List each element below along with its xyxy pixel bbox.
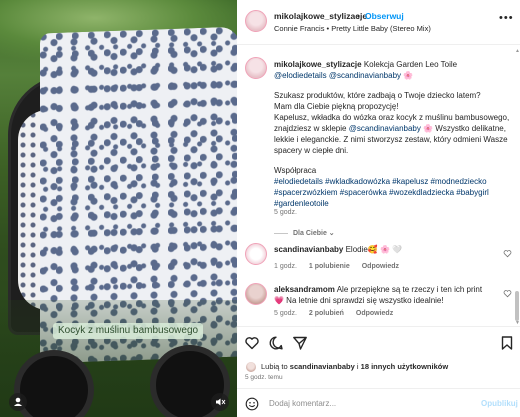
likes-others[interactable]: 18 innych użytkowników (361, 362, 449, 371)
comment-meta: 1 godz. 1 polubienie Odpowiedz (274, 263, 409, 270)
post-caption: mikolajkowe_stylizacje Kolekcja Garden L… (274, 59, 510, 209)
scroll-up-arrow[interactable]: ▲ (515, 48, 520, 54)
likes-prefix: Lubią to (261, 361, 290, 371)
caption-username[interactable]: mikolajkowe_stylizacje (274, 60, 362, 69)
publish-button[interactable]: Opublikuj (481, 399, 518, 408)
post-media[interactable]: Kocyk z muślinu bambusowego (0, 0, 237, 417)
comment-input[interactable] (269, 396, 469, 411)
muted-speaker-icon[interactable] (211, 393, 229, 411)
avatar[interactable] (245, 10, 267, 32)
caption-timestamp: 5 godz. (274, 209, 297, 216)
heart-icon[interactable] (503, 249, 512, 260)
comment-text: Elodie🥰 🌸 🤍 (343, 245, 403, 254)
media-caption-chip: Kocyk z muślinu bambusowego (53, 323, 204, 339)
scrollbar[interactable]: ▲ ▼ (514, 46, 520, 326)
more-options-icon[interactable]: ••• (499, 12, 514, 24)
for-you-toggle[interactable]: Dla Ciebie ⌄ (274, 229, 335, 237)
comment-username[interactable]: scandinavianbaby (274, 245, 343, 254)
comments-scroll-area[interactable]: mikolajkowe_stylizacje Kolekcja Garden L… (237, 46, 514, 326)
comment-meta: 5 godz. 2 polubień Odpowiedz (274, 310, 403, 317)
emoji: 🌸 (401, 71, 414, 80)
author-username[interactable]: mikolajkowe_stylizacje (274, 11, 367, 21)
post-timestamp: 5 godz. temu (245, 374, 283, 381)
hashtags[interactable]: #elodiedetails #wkladkadowózka #kapelusz… (274, 176, 510, 209)
user-icon[interactable] (9, 393, 27, 411)
comment-username[interactable]: aleksandramom (274, 285, 335, 294)
reply-button[interactable]: Odpowiedz (362, 263, 399, 270)
mention-link[interactable]: @scandinavianbaby (329, 71, 401, 80)
like-heart-icon[interactable] (244, 335, 260, 351)
for-you-label[interactable]: Dla Ciebie ⌄ (293, 230, 335, 237)
liker-username[interactable]: scandinavianbaby (290, 362, 355, 371)
bookmark-icon[interactable] (499, 335, 515, 351)
comment-body: scandinavianbaby Elodie🥰 🌸 🤍 (274, 244, 494, 255)
comment-time: 1 godz. (274, 263, 297, 270)
post-header: mikolajkowe_stylizacje • Obserwuj Connie… (237, 0, 520, 45)
mention-link[interactable]: @elodiedetails (274, 71, 327, 80)
share-icon[interactable] (292, 335, 308, 351)
comment-icon[interactable] (268, 335, 284, 351)
caption-paragraph: Mam dla Ciebie piękną propozycję! (274, 102, 399, 111)
comment-time: 5 godz. (274, 310, 297, 317)
audio-track-link[interactable]: Connie Francis • Pretty Little Baby (Ste… (274, 24, 431, 33)
post-actions (237, 326, 520, 356)
caption-title: Kolekcja Garden Leo Toile (361, 60, 458, 69)
reply-button[interactable]: Odpowiedz (356, 310, 393, 317)
post-details-panel: mikolajkowe_stylizacje • Obserwuj Connie… (237, 0, 520, 417)
caption-paragraph: Szukasz produktów, które zadbają o Twoje… (274, 91, 481, 100)
comment-body: aleksandramom Ale przepiękne są te rzecz… (274, 284, 494, 306)
separator-dot: • (357, 11, 360, 21)
comment-composer: Opublikuj (237, 388, 520, 417)
avatar[interactable] (245, 57, 267, 79)
likes-summary[interactable]: Lubią to scandinavianbaby i 18 innych uż… (245, 361, 448, 373)
scrollbar-thumb[interactable] (515, 291, 519, 321)
comment-likes[interactable]: 1 polubienie (309, 263, 350, 270)
follow-button[interactable]: Obserwuj (365, 11, 404, 21)
liker-avatar (245, 361, 257, 373)
caption-cooperation: Współpraca (274, 166, 317, 175)
emoji-icon[interactable] (245, 397, 259, 411)
avatar[interactable] (245, 283, 267, 305)
avatar[interactable] (245, 243, 267, 265)
heart-icon[interactable] (503, 289, 512, 300)
comment-likes[interactable]: 2 polubień (309, 310, 344, 317)
mention-link[interactable]: @scandinavianbaby (349, 124, 421, 133)
